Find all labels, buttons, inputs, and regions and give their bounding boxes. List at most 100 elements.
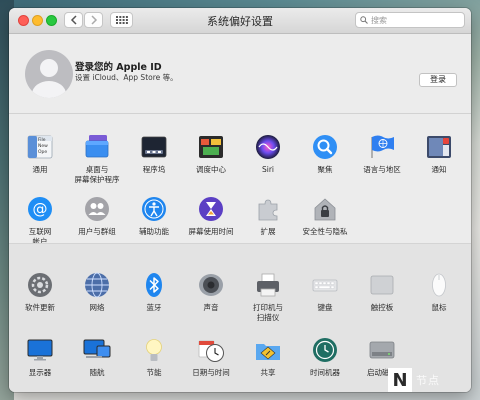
pref-accessibility-label: 辅助功能: [139, 227, 169, 236]
users-groups-icon: [83, 195, 111, 223]
general-icon-open-text: Ope: [38, 149, 47, 155]
pref-sharing-label: 共享: [260, 368, 276, 377]
pref-language-region-label: 语言与地区: [363, 165, 401, 174]
dock-icon: [140, 133, 168, 161]
forward-button[interactable]: [84, 12, 103, 28]
personal-preferences-section: File New Ope 通用 桌面与 屏幕保护程序 程序坞 调度中心 Siri…: [9, 114, 471, 246]
pref-date-time[interactable]: 日期与时间: [183, 336, 239, 378]
notifications-icon: [425, 133, 453, 161]
pref-dock[interactable]: 程序坞: [126, 133, 182, 175]
keyboard-icon: [311, 271, 339, 299]
extensions-icon: [254, 195, 282, 223]
pref-mouse-label: 鼠标: [431, 303, 447, 312]
pref-keyboard-label: 键盘: [317, 303, 333, 312]
trackpad-icon: [368, 271, 396, 299]
pref-mission-control[interactable]: 调度中心: [183, 133, 239, 175]
software-update-icon: [26, 271, 54, 299]
pref-users-groups[interactable]: 用户与群组: [69, 195, 125, 237]
minimize-button[interactable]: [32, 15, 43, 26]
pref-keyboard[interactable]: 键盘: [297, 271, 353, 313]
pref-printers-scanners-label: 打印机与 扫描仪: [253, 303, 283, 322]
grid-icon: [115, 16, 128, 24]
pref-software-update[interactable]: 软件更新: [12, 271, 68, 313]
pref-general[interactable]: File New Ope 通用: [12, 133, 68, 175]
pref-extensions-label: 扩展: [260, 227, 276, 236]
spotlight-icon: [311, 133, 339, 161]
pref-general-label: 通用: [32, 165, 48, 174]
security-privacy-icon: [311, 195, 339, 223]
sharing-icon: [254, 336, 282, 364]
pref-spotlight[interactable]: 聚焦: [297, 133, 353, 175]
sidecar-icon: [83, 336, 111, 364]
pref-trackpad-label: 触控板: [370, 303, 394, 312]
search-field[interactable]: [355, 12, 465, 28]
watermark-logo: N: [388, 368, 412, 392]
apple-id-subtitle: 设置 iCloud、App Store 等。: [75, 73, 178, 82]
zoom-button[interactable]: [46, 15, 57, 26]
pref-security-privacy-label: 安全性与隐私: [302, 227, 348, 236]
avatar[interactable]: [25, 50, 73, 98]
general-icon: File New Ope: [26, 133, 54, 161]
pref-internet-accounts[interactable]: @ 互联网 帐户: [12, 195, 68, 247]
pref-siri[interactable]: Siri: [240, 133, 296, 175]
login-button[interactable]: 登录: [419, 73, 457, 87]
site-watermark: N 节点: [388, 360, 480, 400]
pref-users-groups-label: 用户与群组: [78, 227, 116, 236]
internet-accounts-icon: @: [26, 195, 54, 223]
pref-bluetooth-label: 蓝牙: [146, 303, 162, 312]
pref-desktop-label: 桌面与 屏幕保护程序: [74, 165, 120, 184]
pref-trackpad[interactable]: 触控板: [354, 271, 410, 313]
pref-sound[interactable]: 声音: [183, 271, 239, 313]
apple-id-section: 登录您的 Apple ID 设置 iCloud、App Store 等。 登录: [9, 34, 471, 114]
pref-energy-saver[interactable]: 节能: [126, 336, 182, 378]
pref-time-machine[interactable]: 时间机器: [297, 336, 353, 378]
pref-language-region[interactable]: 语言与地区: [354, 133, 410, 175]
pref-energy-saver-label: 节能: [146, 368, 162, 377]
pref-sidecar[interactable]: 随航: [69, 336, 125, 378]
pref-date-time-label: 日期与时间: [192, 368, 230, 377]
pref-bluetooth[interactable]: 蓝牙: [126, 271, 182, 313]
pref-printers-scanners[interactable]: 打印机与 扫描仪: [240, 271, 296, 323]
pref-accessibility[interactable]: 辅助功能: [126, 195, 182, 237]
pref-mouse[interactable]: 鼠标: [411, 271, 467, 313]
pref-sharing[interactable]: 共享: [240, 336, 296, 378]
displays-icon: [26, 336, 54, 364]
back-button[interactable]: [64, 12, 83, 28]
pref-mission-control-label: 调度中心: [196, 165, 226, 174]
show-all-button[interactable]: [110, 12, 133, 28]
user-silhouette-icon: [32, 59, 66, 98]
pref-network[interactable]: 网络: [69, 271, 125, 313]
pref-security-privacy[interactable]: 安全性与隐私: [297, 195, 353, 237]
bluetooth-icon: [140, 271, 168, 299]
watermark-text: 节点: [416, 374, 440, 387]
pref-displays-label: 显示器: [28, 368, 52, 377]
pref-desktop-screensaver[interactable]: 桌面与 屏幕保护程序: [69, 133, 125, 185]
pref-sound-label: 声音: [203, 303, 219, 312]
close-button[interactable]: [18, 15, 29, 26]
accessibility-icon: [140, 195, 168, 223]
energy-saver-icon: [140, 336, 168, 364]
mouse-icon: [425, 271, 453, 299]
language-region-icon: [368, 133, 396, 161]
pref-notifications-label: 通知: [431, 165, 447, 174]
pref-extensions[interactable]: 扩展: [240, 195, 296, 237]
pref-siri-label: Siri: [261, 165, 274, 174]
pref-time-machine-label: 时间机器: [310, 368, 340, 377]
pref-screen-time-label: 屏幕使用时间: [188, 227, 234, 236]
pref-displays[interactable]: 显示器: [12, 336, 68, 378]
printer-icon: [254, 271, 282, 299]
pref-sidecar-label: 随航: [89, 368, 105, 377]
system-preferences-window: 系统偏好设置 登录您的 Apple ID 设置 iCloud、App Store…: [9, 8, 471, 392]
apple-id-title: 登录您的 Apple ID: [75, 62, 162, 73]
pref-software-update-label: 软件更新: [25, 303, 55, 312]
pref-spotlight-label: 聚焦: [317, 165, 333, 174]
sound-icon: [197, 271, 225, 299]
pref-screen-time[interactable]: 屏幕使用时间: [183, 195, 239, 237]
chevron-right-icon: [90, 15, 97, 25]
pref-network-label: 网络: [89, 303, 105, 312]
search-input[interactable]: [368, 15, 457, 25]
chevron-left-icon: [70, 15, 77, 25]
desktop-icon: [83, 133, 111, 161]
pref-notifications[interactable]: 通知: [411, 133, 467, 175]
general-icon-new-text: New: [38, 143, 48, 149]
